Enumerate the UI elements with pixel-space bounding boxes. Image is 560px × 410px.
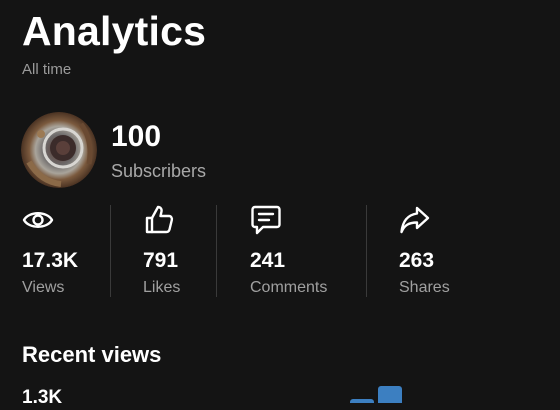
share-icon [399,204,431,236]
views-value: 17.3K [22,249,79,272]
chart-bar [350,399,374,403]
subscriber-label: Subscribers [111,161,207,181]
stat-divider [366,205,367,297]
eye-icon [22,204,54,236]
avatar [21,112,97,188]
likes-label: Likes [143,279,181,296]
stat-divider [110,205,111,297]
subscriber-count: 100 [111,120,162,153]
page-title: Analytics [22,8,207,54]
thumbs-up-icon [143,204,175,236]
chart-bar [378,386,402,403]
views-label: Views [22,279,65,296]
shares-value: 263 [399,249,435,272]
likes-value: 791 [143,249,179,272]
recent-views-value: 1.3K [22,387,63,408]
recent-views-title: Recent views [22,342,162,367]
stat-divider [216,205,217,297]
comments-value: 241 [250,249,286,272]
comments-label: Comments [250,279,328,296]
time-range-label: All time [22,61,72,78]
comment-icon [250,204,282,236]
shares-label: Shares [399,279,450,296]
